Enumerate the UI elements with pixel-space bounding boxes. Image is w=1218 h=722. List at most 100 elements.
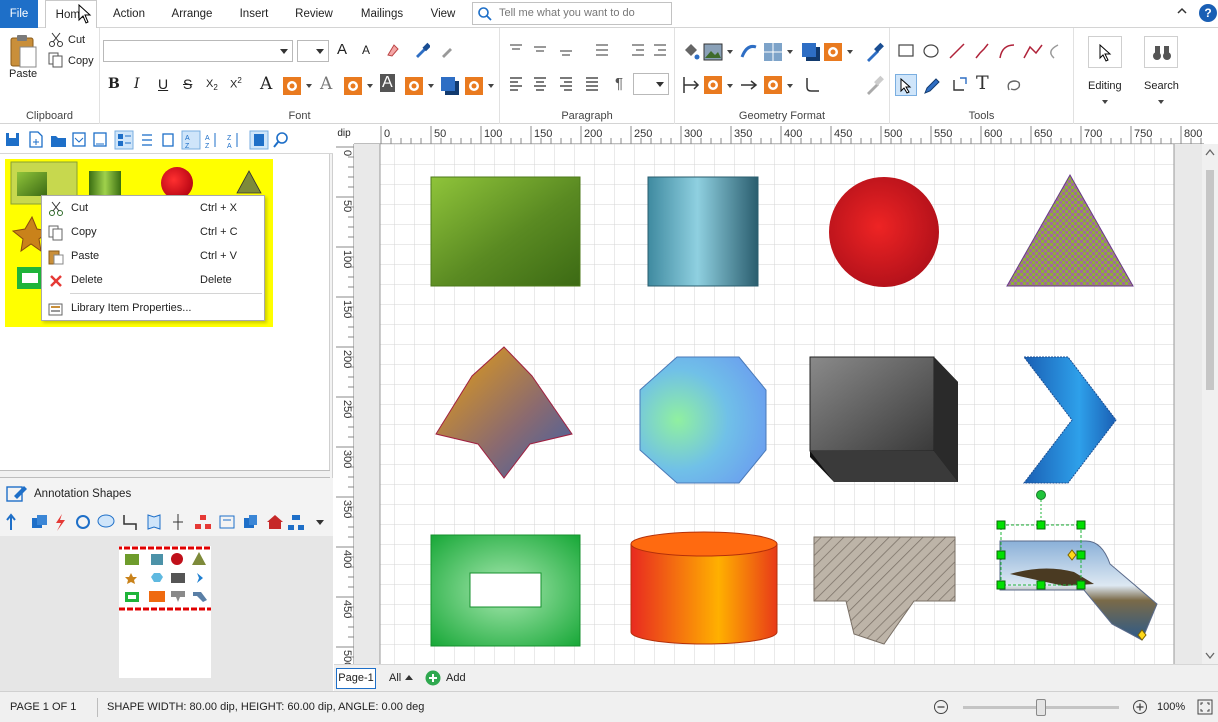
add-page-label[interactable]: Add: [446, 672, 466, 684]
lasso-icon[interactable]: [1004, 76, 1024, 96]
gear-icon[interactable]: [464, 76, 484, 96]
context-menu-cut[interactable]: Cut Ctrl + X: [42, 196, 264, 220]
line-color-icon[interactable]: [739, 42, 759, 62]
chevron-down-icon[interactable]: [727, 50, 733, 54]
annotation-toolbar-icons[interactable]: [4, 512, 326, 532]
octagon-shape[interactable]: [639, 356, 767, 484]
horizontal-ruler[interactable]: 0 50 100 150 200 250 300 350 400 450 500 550 600 650 7…: [354, 124, 1204, 144]
clear-format-icon[interactable]: [385, 42, 401, 58]
red-circle-shape[interactable]: [829, 177, 939, 287]
paste-icon[interactable]: [8, 33, 38, 69]
connector-style-icon[interactable]: [803, 75, 823, 95]
chevron-down-icon[interactable]: [488, 84, 494, 88]
pointer-tool-button[interactable]: [895, 74, 917, 96]
gear-icon[interactable]: [823, 42, 843, 62]
chevron-down-icon[interactable]: [306, 84, 312, 88]
italic-button[interactable]: I: [134, 76, 140, 92]
gear-icon[interactable]: [703, 75, 723, 95]
zoom-slider-thumb[interactable]: [1036, 699, 1046, 716]
format-painter-icon[interactable]: [440, 42, 456, 58]
superscript-button[interactable]: X2: [230, 76, 242, 91]
help-button[interactable]: ?: [1199, 4, 1217, 22]
image-fill-icon[interactable]: [703, 42, 723, 62]
collapse-ribbon-icon[interactable]: [1177, 6, 1187, 16]
paste-button-label[interactable]: Paste: [9, 68, 37, 80]
fill-bucket-icon[interactable]: [681, 42, 701, 62]
scissors-icon[interactable]: [48, 32, 64, 48]
chevron-down-icon[interactable]: [847, 50, 853, 54]
cut-button-label[interactable]: Cut: [68, 34, 85, 46]
text-tool-icon[interactable]: T: [976, 72, 989, 94]
annotation-shapes-header[interactable]: Annotation Shapes: [0, 478, 333, 508]
zoom-in-icon[interactable]: [1132, 699, 1148, 715]
editing-label[interactable]: Editing: [1088, 80, 1122, 92]
drum-shape[interactable]: [630, 543, 778, 645]
subscript-button[interactable]: X2: [206, 78, 218, 92]
library-toolbar-icons[interactable]: AZ AZ ZA: [4, 130, 296, 150]
annotation-preview[interactable]: [114, 546, 216, 678]
chevron-down-icon[interactable]: [1158, 100, 1164, 104]
text-highlight-icon[interactable]: A: [380, 74, 395, 92]
page-tab-1[interactable]: Page-1: [336, 668, 376, 689]
shadow-icon[interactable]: [440, 76, 460, 96]
tab-arrange[interactable]: Arrange: [166, 0, 218, 28]
gear-icon[interactable]: [404, 76, 424, 96]
tab-review[interactable]: Review: [290, 0, 338, 28]
green-rectangle-shape[interactable]: [430, 176, 581, 287]
chevron-down-icon[interactable]: [787, 50, 793, 54]
copy-icon[interactable]: [48, 52, 64, 68]
panel-splitter[interactable]: [0, 470, 330, 478]
context-menu-delete[interactable]: Delete Delete: [42, 268, 264, 292]
font-size-combo[interactable]: [297, 40, 329, 62]
gear-icon[interactable]: [343, 76, 363, 96]
vertical-scrollbar[interactable]: [1202, 144, 1218, 664]
connection-point-icon[interactable]: [950, 76, 970, 96]
spacing-combo[interactable]: [633, 73, 669, 95]
eyedropper-icon[interactable]: [414, 42, 430, 58]
context-menu-paste[interactable]: Paste Ctrl + V: [42, 244, 264, 268]
eyedropper-icon[interactable]: [865, 42, 885, 62]
chevron-down-icon[interactable]: [787, 84, 793, 88]
zoom-slider[interactable]: [963, 699, 1119, 716]
text-outline-icon[interactable]: A: [320, 74, 332, 94]
shadow-icon[interactable]: [801, 42, 821, 62]
drawing-canvas[interactable]: [354, 144, 1202, 664]
context-menu-properties[interactable]: Library Item Properties...: [42, 296, 264, 320]
tab-action[interactable]: Action: [104, 0, 154, 28]
search-button[interactable]: [1144, 36, 1178, 68]
zoom-out-icon[interactable]: [933, 699, 949, 715]
editing-button[interactable]: [1088, 36, 1122, 68]
all-pages-dropdown[interactable]: All: [389, 672, 401, 684]
shrink-font-icon[interactable]: A: [362, 43, 370, 57]
format-painter-icon[interactable]: [865, 75, 885, 95]
bold-button[interactable]: B: [108, 76, 120, 92]
font-family-combo[interactable]: [103, 40, 293, 62]
gear-icon[interactable]: [282, 76, 302, 96]
tab-insert[interactable]: Insert: [232, 0, 276, 28]
tell-me-search-box[interactable]: Tell me what you want to do: [472, 2, 672, 25]
shape-tools-row[interactable]: [898, 43, 1064, 61]
paragraph-mark-icon[interactable]: ¶: [615, 75, 623, 92]
caret-up-icon[interactable]: [405, 675, 413, 681]
underline-button[interactable]: U: [158, 76, 168, 92]
context-menu-copy[interactable]: Copy Ctrl + C: [42, 220, 264, 244]
strikethrough-button[interactable]: S: [183, 76, 192, 92]
line-ends-icon[interactable]: [681, 75, 701, 95]
chevron-down-icon[interactable]: [367, 84, 373, 88]
chevron-down-icon[interactable]: [428, 84, 434, 88]
line-style-icon[interactable]: [763, 42, 783, 62]
vertical-ruler[interactable]: 0 50 100 150 200 250 300 350 400 450 500: [334, 144, 354, 668]
text-align-buttons[interactable]: [508, 76, 608, 92]
tab-mailings[interactable]: Mailings: [352, 0, 412, 28]
teal-cylinder-shape[interactable]: [647, 176, 759, 287]
gear-icon[interactable]: [763, 75, 783, 95]
copy-button-label[interactable]: Copy: [68, 55, 94, 67]
grow-font-icon[interactable]: A: [337, 41, 347, 58]
add-page-icon[interactable]: [425, 670, 441, 686]
font-color-icon[interactable]: A: [260, 74, 272, 94]
arrow-end-icon[interactable]: [739, 75, 759, 95]
fit-page-icon[interactable]: [1197, 699, 1213, 715]
search-label[interactable]: Search: [1144, 80, 1179, 92]
tab-file[interactable]: File: [0, 0, 38, 28]
tab-view[interactable]: View: [424, 0, 462, 28]
